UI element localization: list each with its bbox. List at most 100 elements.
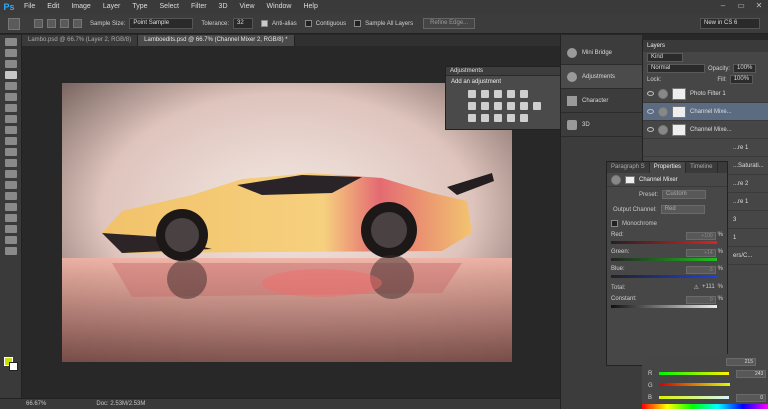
opacity-input[interactable]: 100% xyxy=(733,64,757,73)
blue-slider[interactable] xyxy=(611,275,717,278)
tab-timeline[interactable]: Timeline xyxy=(686,162,718,173)
hue-saturation-icon[interactable] xyxy=(468,102,476,110)
clone-stamp-icon[interactable] xyxy=(5,126,17,134)
tolerance-input[interactable]: 32 xyxy=(233,18,254,29)
crop-tool-icon[interactable] xyxy=(5,82,17,90)
minimize-button[interactable]: – xyxy=(714,0,732,12)
color-r-slider[interactable] xyxy=(659,371,730,375)
dock-mini-bridge[interactable]: Mini Bridge xyxy=(561,41,642,65)
black-white-icon[interactable] xyxy=(494,102,502,110)
sample-size-select[interactable]: Point Sample xyxy=(129,18,194,29)
history-brush-icon[interactable] xyxy=(5,137,17,145)
menu-help[interactable]: Help xyxy=(297,0,323,14)
menu-file[interactable]: File xyxy=(18,0,41,14)
zoom-level[interactable]: 66.67% xyxy=(26,401,46,407)
monochrome-checkbox[interactable] xyxy=(611,220,618,227)
color-lookup-icon[interactable] xyxy=(533,102,541,110)
gradient-map-icon[interactable] xyxy=(507,114,515,122)
refine-edge-button[interactable]: Refine Edge... xyxy=(423,18,476,29)
levels-icon[interactable] xyxy=(481,90,489,98)
gradient-tool-icon[interactable] xyxy=(5,159,17,167)
photo-filter-icon[interactable] xyxy=(507,102,515,110)
eraser-tool-icon[interactable] xyxy=(5,148,17,156)
layer-filter-kind-select[interactable]: Kind xyxy=(647,53,683,62)
magic-wand-tool-icon[interactable] xyxy=(8,17,20,30)
visibility-eye-icon[interactable] xyxy=(647,127,654,132)
red-value-input[interactable]: +100 xyxy=(685,232,716,240)
mask-icon[interactable] xyxy=(625,175,635,184)
brightness-contrast-icon[interactable] xyxy=(468,90,476,98)
pen-tool-icon[interactable] xyxy=(5,192,17,200)
layer-row[interactable]: Channel Mixe... xyxy=(643,121,768,139)
dock-character[interactable]: Character xyxy=(561,89,642,113)
tab-properties[interactable]: Properties xyxy=(649,162,687,173)
color-balance-icon[interactable] xyxy=(481,102,489,110)
background-color-swatch[interactable] xyxy=(9,362,18,371)
output-channel-select[interactable]: Red xyxy=(660,205,705,214)
move-tool-icon[interactable] xyxy=(5,38,17,46)
constant-value-input[interactable]: 0 xyxy=(685,296,716,304)
photoshop-logo[interactable]: Ps xyxy=(0,0,18,14)
dodge-tool-icon[interactable] xyxy=(5,181,17,189)
selective-color-icon[interactable] xyxy=(520,114,528,122)
tab-lambo[interactable]: Lambo.psd @ 66.7% (Layer 2, RGB/8) xyxy=(22,35,139,46)
layer-row[interactable]: ...re 1 xyxy=(643,139,768,157)
layer-row[interactable]: Channel Mixe... xyxy=(643,103,768,121)
path-selection-icon[interactable] xyxy=(5,214,17,222)
green-value-input[interactable]: +14 xyxy=(685,249,716,257)
menu-filter[interactable]: Filter xyxy=(185,0,213,14)
layers-tab[interactable]: Layers xyxy=(643,40,768,52)
menu-select[interactable]: Select xyxy=(154,0,185,14)
dock-3d[interactable]: 3D xyxy=(561,113,642,137)
menu-view[interactable]: View xyxy=(234,0,261,14)
maximize-button[interactable]: ▭ xyxy=(732,0,750,12)
posterize-icon[interactable] xyxy=(481,114,489,122)
preset-select[interactable]: Custom xyxy=(662,190,707,199)
shape-tool-icon[interactable] xyxy=(5,225,17,233)
hand-tool-icon[interactable] xyxy=(5,236,17,244)
channel-mixer-icon[interactable] xyxy=(520,102,528,110)
color-b-slider[interactable] xyxy=(659,395,730,399)
invert-icon[interactable] xyxy=(468,114,476,122)
eyedropper-tool-icon[interactable] xyxy=(5,93,17,101)
brush-tool-icon[interactable] xyxy=(5,115,17,123)
blur-tool-icon[interactable] xyxy=(5,170,17,178)
contiguous-checkbox[interactable] xyxy=(304,20,312,27)
workspace-select[interactable]: New in CS 6 xyxy=(700,18,760,29)
color-g-slider[interactable] xyxy=(659,383,730,386)
adjustments-panel-title[interactable]: Adjustments xyxy=(446,67,562,76)
subtract-selection-icon[interactable] xyxy=(60,19,69,28)
menu-3d[interactable]: 3D xyxy=(213,0,234,14)
color-b-value[interactable]: 0 xyxy=(736,394,767,402)
exposure-icon[interactable] xyxy=(507,90,515,98)
red-slider[interactable] xyxy=(611,241,717,244)
zoom-tool-icon[interactable] xyxy=(5,247,17,255)
tab-lamboedits[interactable]: Lamboedits.psd @ 66.7% (Channel Mixer 2,… xyxy=(138,35,295,46)
intersect-selection-icon[interactable] xyxy=(73,19,82,28)
constant-slider[interactable] xyxy=(611,305,717,308)
visibility-eye-icon[interactable] xyxy=(647,91,654,96)
visibility-eye-icon[interactable] xyxy=(647,109,654,114)
magic-wand-icon[interactable] xyxy=(5,71,17,79)
menu-type[interactable]: Type xyxy=(126,0,153,14)
healing-brush-icon[interactable] xyxy=(5,104,17,112)
dock-adjustments[interactable]: Adjustments xyxy=(561,65,642,89)
threshold-icon[interactable] xyxy=(494,114,502,122)
type-tool-icon[interactable] xyxy=(5,203,17,211)
menu-window[interactable]: Window xyxy=(261,0,298,14)
close-button[interactable]: ✕ xyxy=(750,0,768,12)
sample-all-layers-checkbox[interactable] xyxy=(354,20,362,27)
anti-alias-checkbox[interactable] xyxy=(261,20,269,27)
green-slider[interactable] xyxy=(611,258,717,261)
color-r-value[interactable]: 215 xyxy=(726,358,756,366)
vibrance-icon[interactable] xyxy=(520,90,528,98)
lasso-tool-icon[interactable] xyxy=(5,60,17,68)
blue-value-input[interactable]: -3 xyxy=(685,266,716,274)
menu-edit[interactable]: Edit xyxy=(41,0,65,14)
add-selection-icon[interactable] xyxy=(47,19,56,28)
menu-image[interactable]: Image xyxy=(65,0,96,14)
fill-input[interactable]: 100% xyxy=(729,75,754,84)
tab-paragraph-styles[interactable]: Paragraph S xyxy=(607,162,650,173)
menu-layer[interactable]: Layer xyxy=(97,0,127,14)
new-selection-icon[interactable] xyxy=(34,19,43,28)
